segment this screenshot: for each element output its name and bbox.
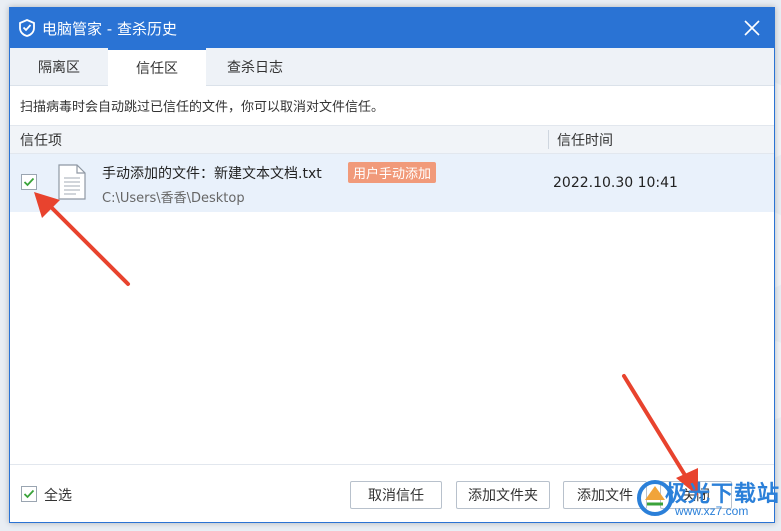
select-all-label[interactable]: 全选 (44, 485, 72, 505)
column-divider[interactable] (548, 130, 549, 149)
title-bar: 电脑管家 - 查杀历史 (10, 8, 774, 48)
text-file-icon (58, 164, 86, 200)
tab-quarantine[interactable]: 隔离区 (10, 48, 108, 85)
column-trust-time: 信任时间 (557, 133, 613, 149)
watermark-url: www.xz7.com (675, 504, 749, 518)
cancel-trust-button[interactable]: 取消信任 (350, 481, 442, 509)
window-title: 电脑管家 - 查杀历史 (42, 19, 177, 38)
trust-time: 2022.10.30 10:41 (553, 175, 678, 191)
file-path: C:\Users\香香\Desktop (102, 191, 245, 206)
tab-bar: 隔离区 信任区 查杀日志 (10, 48, 774, 86)
tab-scan-log[interactable]: 查杀日志 (206, 48, 304, 85)
table-row[interactable]: 手动添加的文件：新建文本文档.txt 用户手动添加 C:\Users\香香\De… (10, 154, 774, 212)
check-icon (23, 177, 35, 187)
file-name: 手动添加的文件：新建文本文档.txt (102, 166, 322, 182)
add-folder-button[interactable]: 添加文件夹 (456, 481, 550, 509)
close-icon[interactable] (740, 16, 764, 40)
shield-icon (18, 19, 36, 37)
select-all-checkbox[interactable] (21, 486, 37, 502)
tab-trusted[interactable]: 信任区 (108, 48, 206, 86)
table-header: 信任项 信任时间 (10, 125, 774, 154)
status-badge: 用户手动添加 (348, 162, 437, 183)
check-icon (23, 489, 35, 499)
history-window: 电脑管家 - 查杀历史 隔离区 信任区 查杀日志 扫描病毒时会自动跳过已信任的文… (9, 7, 775, 523)
info-text: 扫描病毒时会自动跳过已信任的文件，你可以取消对文件信任。 (20, 100, 385, 115)
row-checkbox[interactable] (21, 174, 37, 190)
column-trust-item: 信任项 (20, 133, 62, 149)
